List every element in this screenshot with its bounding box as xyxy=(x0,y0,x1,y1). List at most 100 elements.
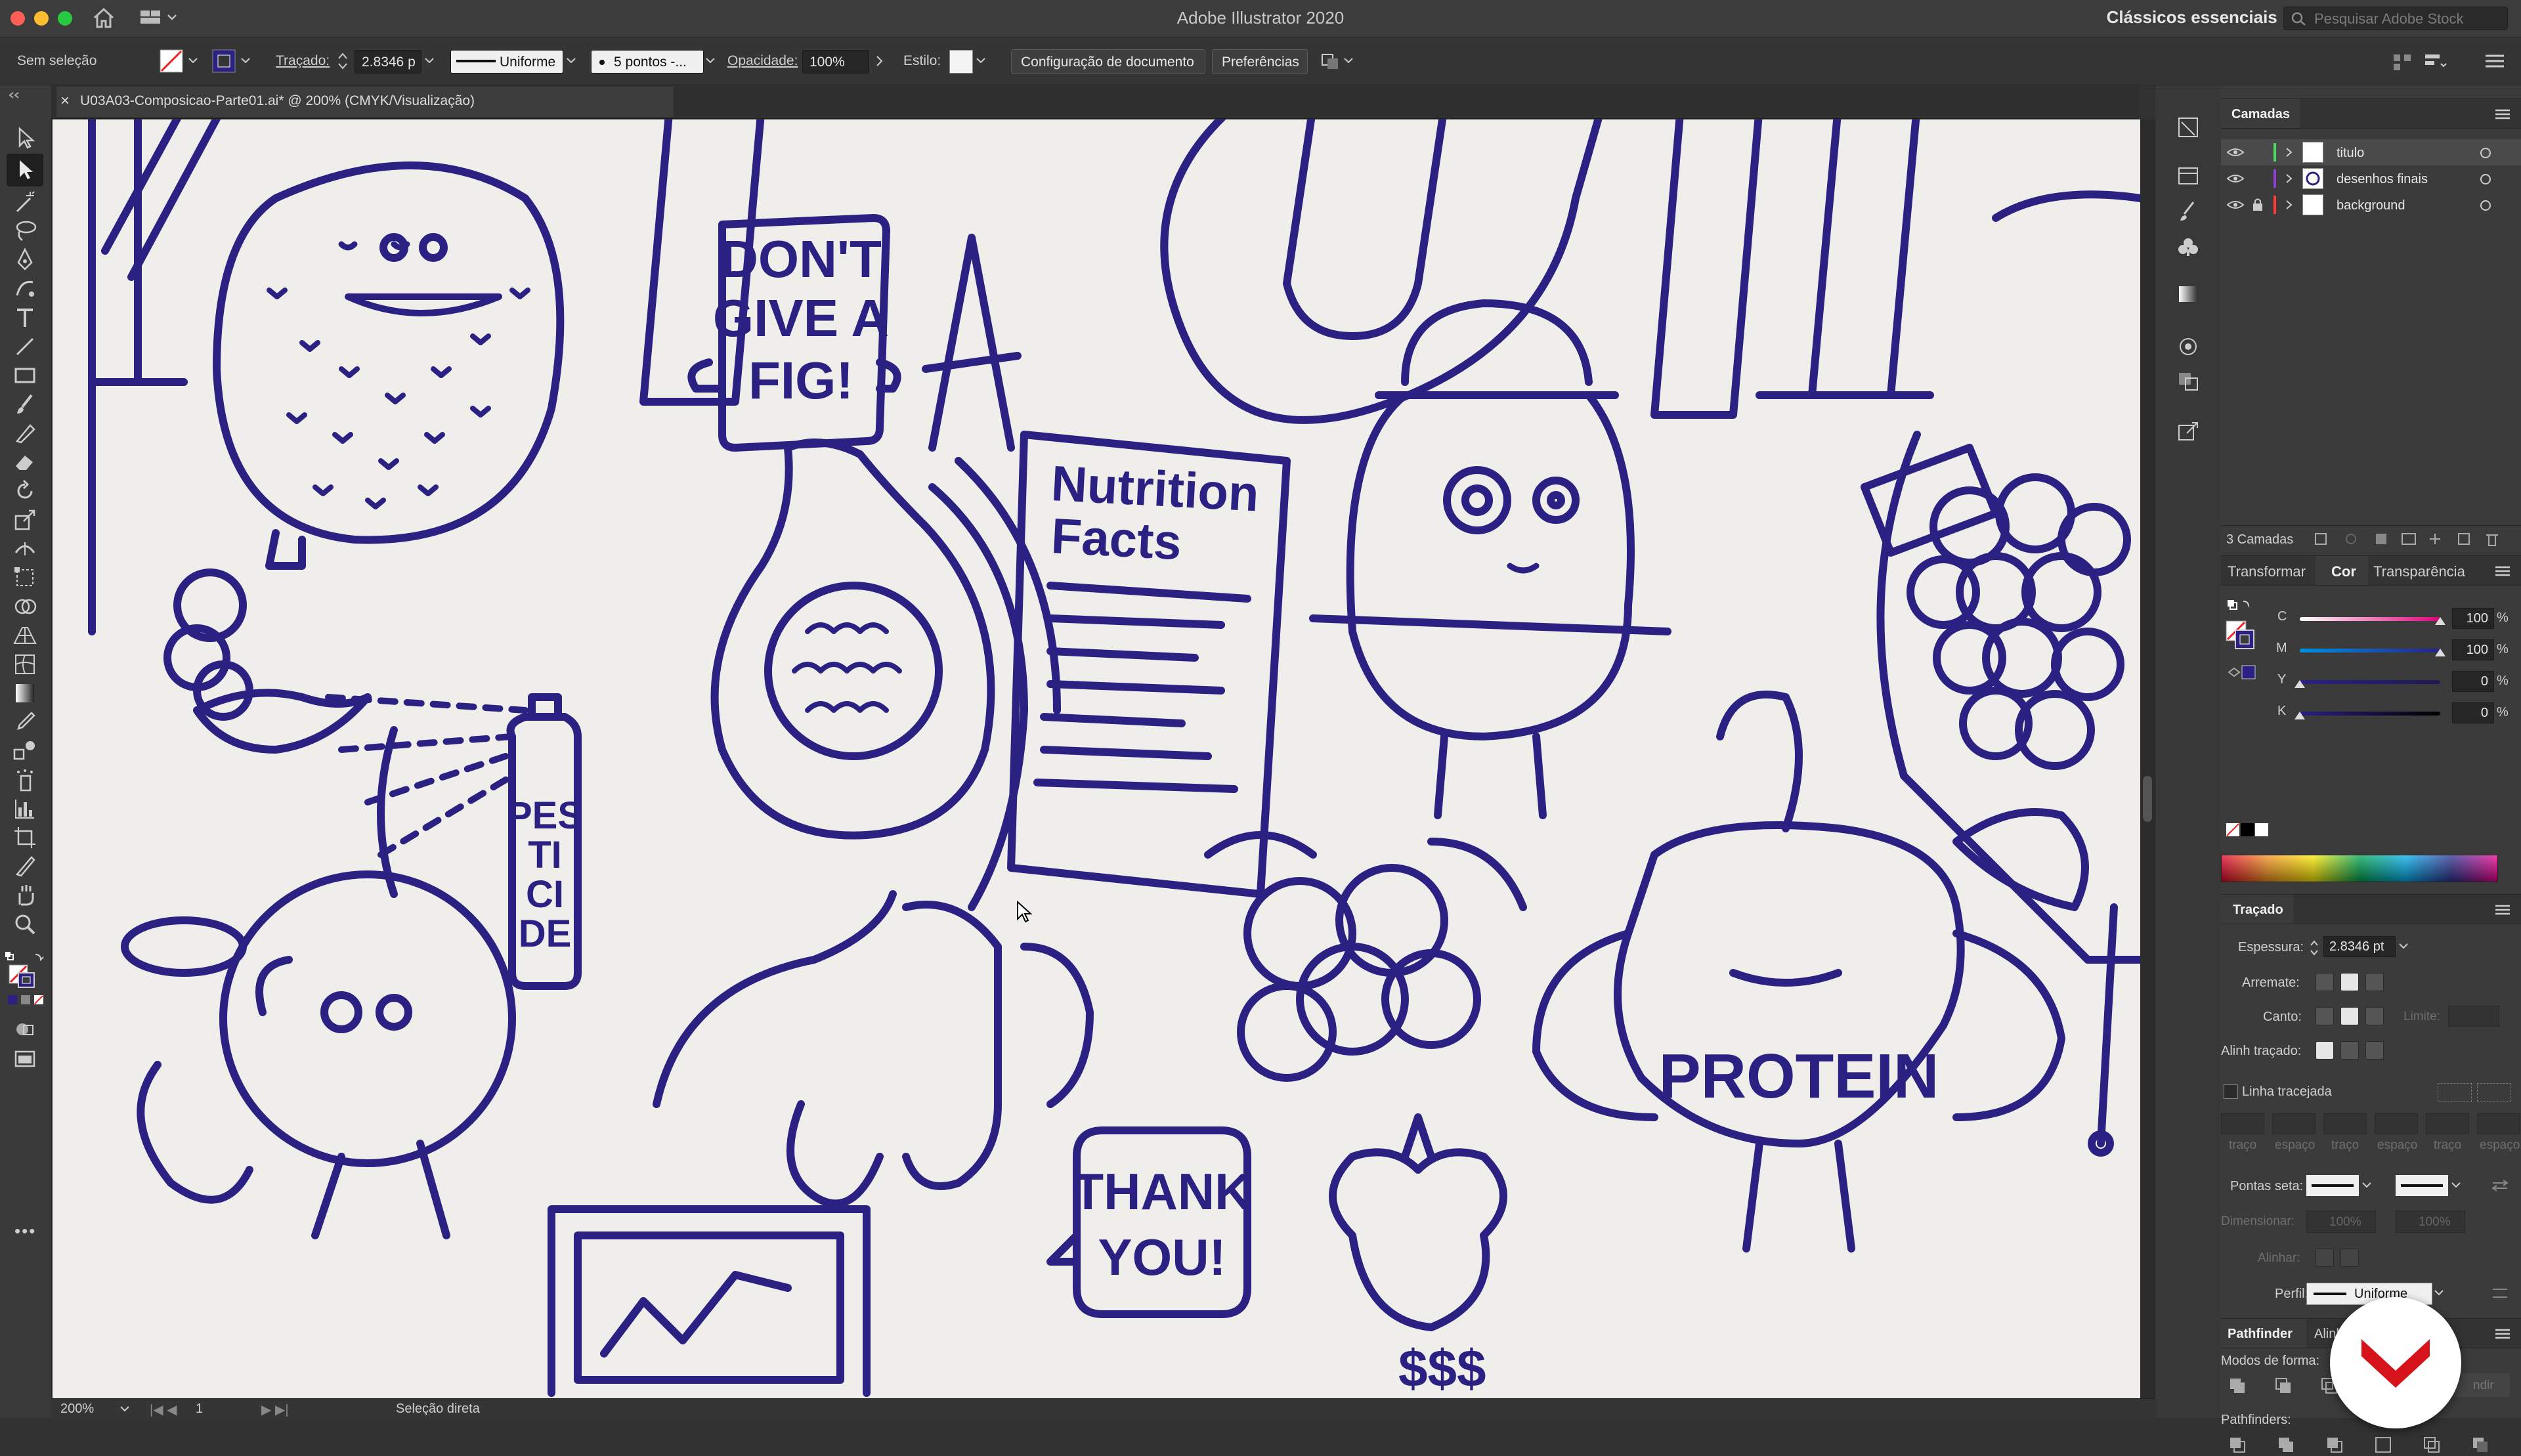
symbols-panel-icon[interactable] xyxy=(2175,235,2201,259)
direct-selection-tool-icon[interactable] xyxy=(12,156,38,182)
target-icon[interactable] xyxy=(2478,146,2493,160)
gap-field[interactable] xyxy=(2272,1113,2316,1134)
channel-c-slider[interactable] xyxy=(2300,617,2440,621)
shape-builder-tool-icon[interactable] xyxy=(12,593,38,620)
gap-field[interactable] xyxy=(2375,1113,2418,1134)
chevron-down-icon[interactable] xyxy=(2361,1182,2372,1189)
limit-field[interactable] xyxy=(2448,1006,2499,1027)
properties-panel-icon[interactable] xyxy=(2175,116,2201,139)
selection-tool-icon[interactable] xyxy=(12,125,38,151)
arrow-tip-extend-button[interactable] xyxy=(2316,1249,2334,1267)
artboard-number[interactable]: 1 xyxy=(196,1402,203,1417)
channel-k-value[interactable]: 0 xyxy=(2452,702,2494,723)
mesh-tool-icon[interactable] xyxy=(12,651,38,677)
pathfinder-buttons[interactable] xyxy=(2228,1435,2516,1456)
layer-actions-icons[interactable] xyxy=(2313,531,2510,548)
hand-tool-icon[interactable] xyxy=(12,882,38,909)
artboard-canvas[interactable]: DON'T GIVE A FIG! Nutrition Facts PES TI… xyxy=(53,119,2140,1398)
end-arrowhead-select[interactable] xyxy=(2396,1175,2448,1196)
artboard-nav-prev[interactable]: |◀ ◀ xyxy=(150,1402,177,1418)
zoom-tool-icon[interactable] xyxy=(12,911,38,937)
flip-profile-icon[interactable] xyxy=(2490,1285,2510,1301)
eye-icon[interactable] xyxy=(2226,172,2245,185)
column-graph-tool-icon[interactable] xyxy=(12,796,38,822)
expand-arrow-icon[interactable] xyxy=(2285,147,2293,158)
appearance-panel-icon[interactable] xyxy=(2175,335,2201,358)
chevron-right-icon[interactable] xyxy=(874,54,885,68)
slice-tool-icon[interactable] xyxy=(12,853,38,880)
arrange-icon[interactable] xyxy=(1320,49,1356,73)
symbol-sprayer-tool-icon[interactable] xyxy=(12,767,38,793)
tab-transparency[interactable]: Transparência xyxy=(2373,563,2465,593)
chevron-down-icon[interactable] xyxy=(2451,1182,2461,1189)
layer-row-desenhos-finais[interactable]: desenhos finais xyxy=(2221,165,2521,192)
color-spectrum-bar[interactable] xyxy=(2221,855,2498,882)
line-segment-tool-icon[interactable] xyxy=(12,333,38,360)
swap-arrowheads-icon[interactable] xyxy=(2490,1178,2510,1193)
chevron-down-icon[interactable] xyxy=(240,57,251,65)
width-tool-icon[interactable] xyxy=(12,536,38,562)
edit-toolbar-icon[interactable]: ••• xyxy=(14,1221,36,1241)
dash-exact-button[interactable] xyxy=(2477,1083,2511,1102)
tab-color[interactable]: Cor xyxy=(2331,563,2356,593)
end-scale-field[interactable]: 100% xyxy=(2396,1210,2465,1233)
vertical-scrollbar[interactable] xyxy=(2140,119,2155,1398)
align-outside-button[interactable] xyxy=(2365,1041,2384,1060)
stroke-weight-field[interactable]: 2.8346 p xyxy=(355,50,421,74)
dash-field[interactable] xyxy=(2426,1113,2469,1134)
perspective-grid-tool-icon[interactable] xyxy=(12,622,38,649)
drawing-mode-icon[interactable] xyxy=(12,1016,38,1042)
target-icon[interactable] xyxy=(2478,198,2493,213)
stroke-label[interactable]: Traçado: xyxy=(276,53,330,69)
paintbrush-tool-icon[interactable] xyxy=(12,391,38,418)
layer-row-titulo[interactable]: titulo xyxy=(2221,139,2521,165)
layer-name[interactable]: background xyxy=(2337,198,2405,213)
variable-width-profile[interactable]: Uniforme xyxy=(450,50,563,74)
align-inside-button[interactable] xyxy=(2340,1041,2359,1060)
square-cap-button[interactable] xyxy=(2365,973,2384,991)
dash-field[interactable] xyxy=(2221,1113,2264,1134)
graphic-styles-panel-icon[interactable] xyxy=(2175,369,2201,393)
artboard-tool-icon[interactable] xyxy=(12,824,38,851)
miter-join-button[interactable] xyxy=(2316,1007,2334,1025)
channel-c-value[interactable]: 100 xyxy=(2452,608,2494,629)
layer-name[interactable]: titulo xyxy=(2337,146,2364,161)
lock-icon[interactable] xyxy=(2251,197,2264,213)
butt-cap-button[interactable] xyxy=(2316,973,2334,991)
stepper-icon[interactable] xyxy=(336,51,349,72)
start-arrowhead-select[interactable] xyxy=(2306,1175,2359,1196)
menu-icon[interactable] xyxy=(2493,107,2512,121)
scroll-thumb[interactable] xyxy=(2143,776,2152,822)
blend-tool-icon[interactable] xyxy=(12,738,38,764)
gap-field[interactable] xyxy=(2477,1113,2520,1134)
align-options-icon[interactable] xyxy=(2421,49,2447,73)
align-center-button[interactable] xyxy=(2316,1041,2334,1060)
chevron-down-icon[interactable] xyxy=(424,57,435,65)
eyedropper-tool-icon[interactable] xyxy=(12,709,38,735)
document-setup-button[interactable]: Configuração de documento xyxy=(1011,49,1205,74)
eye-icon[interactable] xyxy=(2226,198,2245,211)
stock-search-input[interactable]: Pesquisar Adobe Stock xyxy=(2283,7,2508,30)
artboard-nav-next[interactable]: ▶ ▶| xyxy=(261,1402,289,1418)
menu-icon[interactable] xyxy=(2493,1327,2512,1341)
type-tool-icon[interactable] xyxy=(12,305,38,331)
menu-icon[interactable] xyxy=(2493,903,2512,917)
close-document-button[interactable]: × xyxy=(60,92,70,110)
chevron-down-icon[interactable] xyxy=(188,57,198,65)
round-cap-button[interactable] xyxy=(2340,973,2359,991)
start-scale-field[interactable]: 100% xyxy=(2306,1210,2376,1233)
slider-handle-icon[interactable] xyxy=(2293,679,2306,689)
slider-handle-icon[interactable] xyxy=(2434,616,2447,626)
curvature-tool-icon[interactable] xyxy=(12,276,38,302)
arrow-tip-place-button[interactable] xyxy=(2340,1249,2359,1267)
libraries-panel-icon[interactable] xyxy=(2175,164,2201,188)
export-panel-icon[interactable] xyxy=(2175,420,2201,444)
dashed-line-checkbox[interactable] xyxy=(2224,1084,2238,1099)
channel-y-slider[interactable] xyxy=(2300,680,2440,684)
shaper-tool-icon[interactable] xyxy=(12,420,38,446)
fill-swatch-none[interactable] xyxy=(159,49,185,74)
quick-swatches[interactable] xyxy=(2225,822,2271,839)
stroke-swatch[interactable] xyxy=(211,49,238,74)
bevel-join-button[interactable] xyxy=(2365,1007,2384,1025)
expand-arrow-icon[interactable] xyxy=(2285,173,2293,184)
